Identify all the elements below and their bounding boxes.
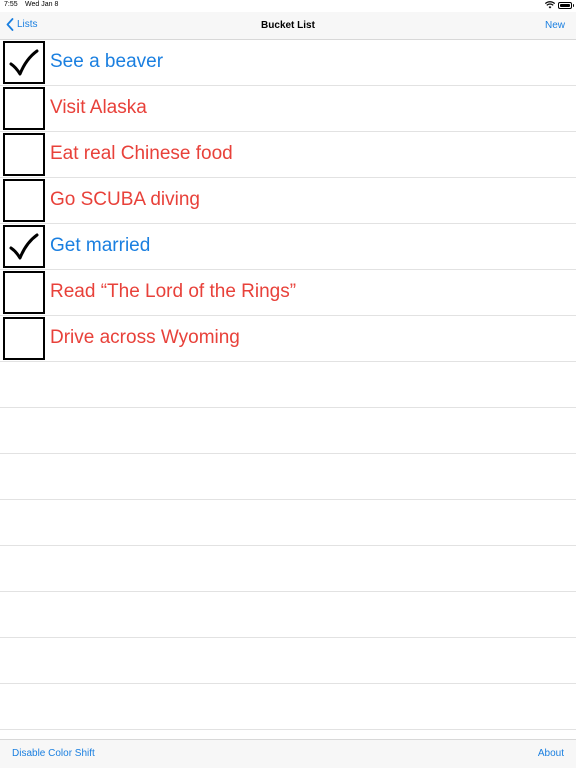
bucket-list: See a beaver Visit Alaska Eat real Chine…	[0, 40, 576, 362]
status-time: 7:55	[4, 1, 18, 8]
item-label: Get married	[50, 235, 151, 256]
empty-row	[0, 546, 576, 592]
item-checkbox[interactable]	[3, 87, 45, 130]
wifi-icon	[545, 1, 555, 9]
empty-row	[0, 454, 576, 500]
item-checkbox[interactable]	[3, 317, 45, 360]
list-item[interactable]: Get married	[0, 224, 576, 270]
list-item[interactable]: Drive across Wyoming	[0, 316, 576, 362]
checkmark-icon	[9, 233, 39, 260]
empty-row	[0, 592, 576, 638]
item-label: Read “The Lord of the Rings”	[50, 281, 297, 302]
status-bar: 7:55 Wed Jan 8	[0, 0, 576, 12]
empty-row	[0, 638, 576, 684]
empty-list-rows	[0, 362, 576, 730]
list-item[interactable]: Eat real Chinese food	[0, 132, 576, 178]
battery-icon	[558, 1, 574, 9]
item-label: Go SCUBA diving	[50, 189, 200, 210]
item-label: Drive across Wyoming	[50, 327, 240, 348]
empty-row	[0, 684, 576, 730]
empty-row	[0, 500, 576, 546]
list-item[interactable]: See a beaver	[0, 40, 576, 86]
empty-row	[0, 408, 576, 454]
item-label: Visit Alaska	[50, 97, 147, 118]
disable-color-shift-button[interactable]: Disable Color Shift	[12, 748, 95, 759]
checkmark-icon	[9, 49, 39, 76]
bottom-toolbar: Disable Color Shift About	[0, 739, 576, 768]
item-label: See a beaver	[50, 51, 164, 72]
page-title: Bucket List	[261, 20, 315, 31]
item-checkbox[interactable]	[3, 133, 45, 176]
new-item-button[interactable]: New	[545, 20, 565, 31]
list-item[interactable]: Go SCUBA diving	[0, 178, 576, 224]
list-item[interactable]: Read “The Lord of the Rings”	[0, 270, 576, 316]
item-checkbox[interactable]	[3, 41, 45, 84]
item-checkbox[interactable]	[3, 179, 45, 222]
list-item[interactable]: Visit Alaska	[0, 86, 576, 132]
item-checkbox[interactable]	[3, 225, 45, 268]
navigation-bar: Lists Bucket List New	[0, 12, 576, 40]
status-icons	[545, 1, 574, 9]
about-button[interactable]: About	[538, 748, 564, 759]
empty-row	[0, 362, 576, 408]
status-date: Wed Jan 8	[25, 1, 59, 8]
item-checkbox[interactable]	[3, 271, 45, 314]
item-label: Eat real Chinese food	[50, 143, 233, 164]
